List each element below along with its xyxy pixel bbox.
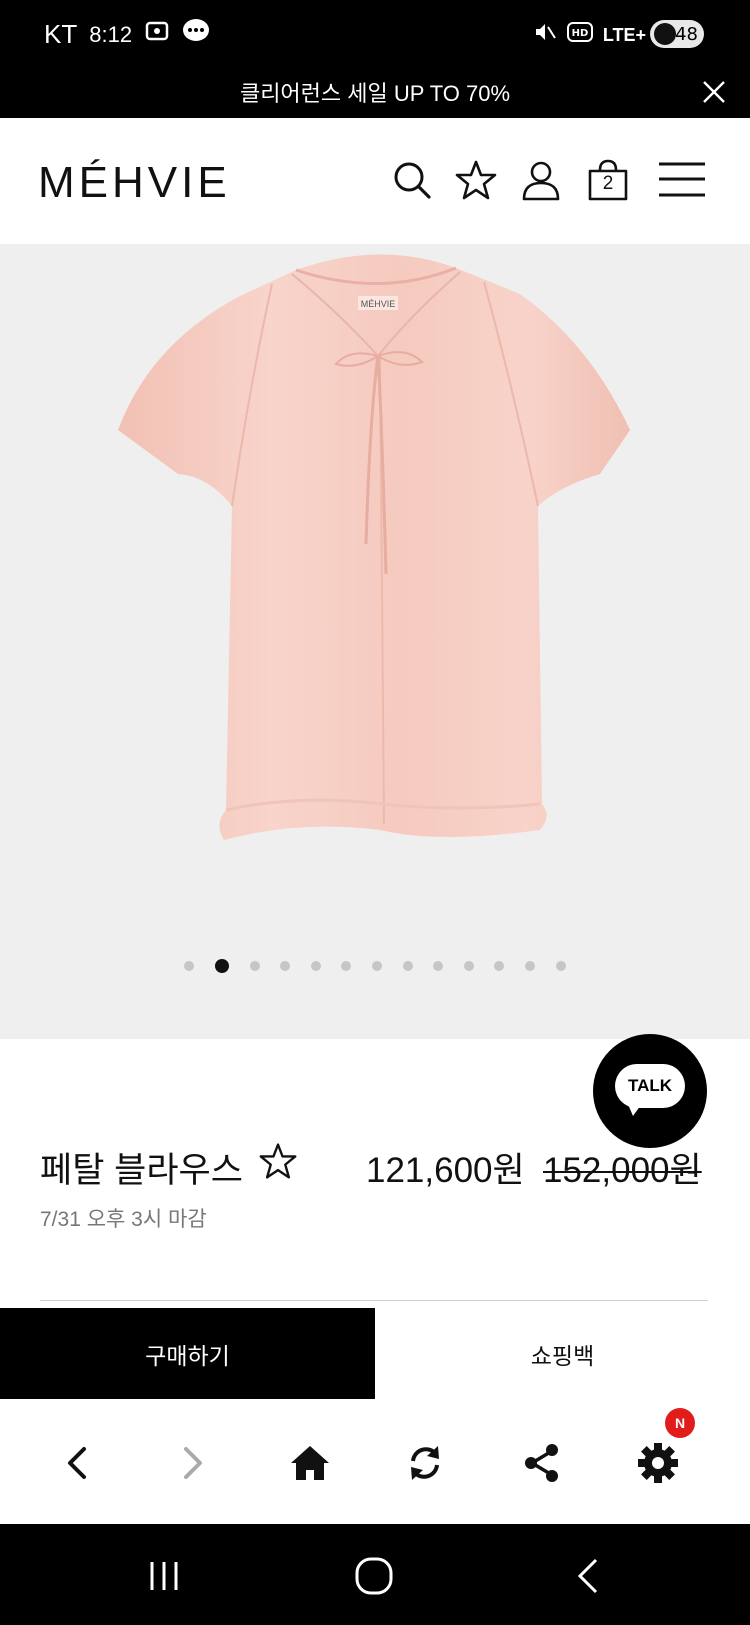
garment-label: MÉHVIE xyxy=(361,299,396,309)
product-name: 페탈 블라우스 xyxy=(40,1151,243,1190)
power-saving-icon xyxy=(654,23,676,45)
carousel-dot[interactable] xyxy=(524,961,535,971)
back-icon[interactable] xyxy=(56,1441,100,1485)
kakao-talk-button[interactable]: TALK xyxy=(593,1034,707,1148)
buy-button[interactable]: 구매하기 xyxy=(0,1308,375,1399)
favorite-star-icon[interactable] xyxy=(258,1141,298,1181)
star-icon[interactable] xyxy=(454,158,498,202)
carousel-dot[interactable] xyxy=(372,961,382,971)
forward-icon[interactable] xyxy=(170,1441,214,1485)
promo-banner: 클리어런스 세일 UP TO 70% xyxy=(0,68,750,118)
refresh-icon[interactable] xyxy=(403,1441,447,1485)
carrier-label: KT xyxy=(44,19,78,49)
home-circle-icon[interactable] xyxy=(352,1554,396,1598)
nav-back-icon[interactable] xyxy=(566,1554,610,1598)
user-icon[interactable] xyxy=(519,158,563,202)
settings-icon[interactable] xyxy=(636,1441,680,1485)
carousel-dot[interactable] xyxy=(494,961,505,971)
carousel-dot[interactable] xyxy=(184,961,195,971)
hd-icon: HD xyxy=(566,21,593,49)
carousel-dot[interactable] xyxy=(402,961,413,971)
chat-notification-icon xyxy=(182,18,210,51)
bag-count: 2 xyxy=(602,173,614,194)
product-image: MÉHVIE xyxy=(118,254,630,840)
status-left: KT 8:12 xyxy=(44,18,210,51)
gallery-notification-icon xyxy=(144,18,170,51)
recent-apps-icon[interactable] xyxy=(142,1554,186,1598)
bag-icon[interactable]: 2 xyxy=(586,158,630,202)
menu-icon[interactable] xyxy=(657,158,707,202)
carousel-dot[interactable] xyxy=(310,961,321,971)
clock: 8:12 xyxy=(89,21,133,47)
carousel-dot[interactable] xyxy=(341,961,352,971)
home-icon[interactable] xyxy=(288,1441,332,1485)
site-header: MÉHVIE 2 xyxy=(0,118,750,244)
carousel-dot[interactable] xyxy=(463,961,474,971)
promo-text: 클리어런스 세일 UP TO 70% xyxy=(239,81,511,106)
new-badge: N xyxy=(665,1408,695,1438)
product-gallery[interactable]: MÉHVIE xyxy=(0,244,750,1039)
carousel-dot[interactable] xyxy=(249,961,260,971)
shopping-bag-button[interactable]: 쇼핑백 xyxy=(375,1308,750,1399)
carousel-dot[interactable] xyxy=(433,961,444,971)
original-price: 152,000원 xyxy=(543,1151,702,1190)
carousel-dot[interactable] xyxy=(555,961,566,971)
svg-text:HD: HD xyxy=(571,28,588,39)
talk-label: TALK xyxy=(615,1064,685,1108)
carousel-dot-active[interactable] xyxy=(215,959,230,973)
carousel-dot[interactable] xyxy=(280,961,291,971)
sale-deadline: 7/31 오후 3시 마감 xyxy=(40,1208,207,1231)
battery-level: 48 xyxy=(675,23,698,45)
battery-indicator: 48 xyxy=(650,20,704,48)
divider xyxy=(40,1300,708,1301)
sale-price: 121,600원 xyxy=(366,1151,525,1190)
system-nav-bar xyxy=(0,1524,750,1625)
network-label: LTE+ xyxy=(602,24,646,45)
close-icon[interactable] xyxy=(696,74,732,110)
carousel-dots[interactable] xyxy=(0,959,750,973)
mute-icon xyxy=(533,20,557,50)
search-icon[interactable] xyxy=(390,158,434,202)
share-icon[interactable] xyxy=(520,1441,564,1485)
talk-bubble-tail xyxy=(627,1102,643,1116)
status-bar: KT 8:12 HD LTE+ 48 xyxy=(0,0,750,68)
browser-toolbar xyxy=(0,1399,750,1524)
brand-logo[interactable]: MÉHVIE xyxy=(38,158,231,208)
